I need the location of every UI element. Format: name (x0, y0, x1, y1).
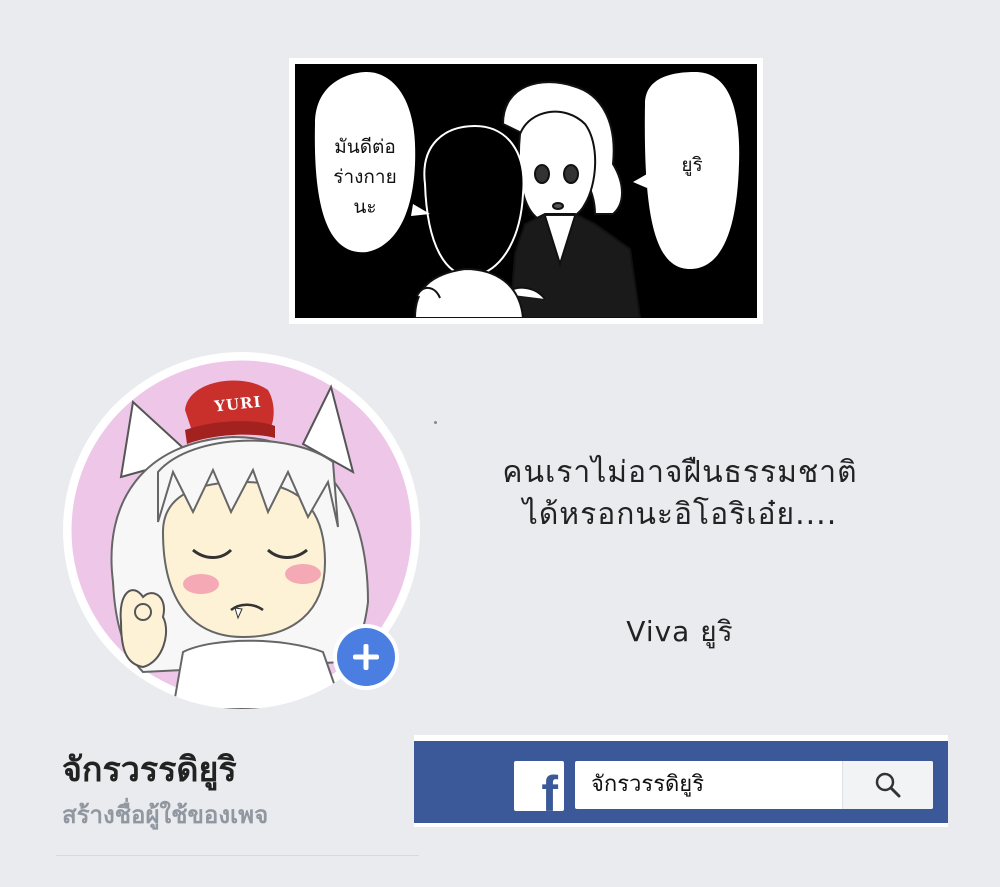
search-query: จักรวรรดิยูริ (591, 772, 705, 797)
comic-panel: มันดีต่อ ร่างกาย นะ ยูริ (289, 58, 763, 324)
quote-text: คนเราไม่อาจฝืนธรรมชาติ ได้หรอกนะอิโอริเอ… (440, 452, 920, 536)
facebook-search-bar: f จักรวรรดิยูริ (414, 735, 948, 827)
search-icon (875, 772, 901, 798)
dark-haired-character (413, 124, 525, 318)
facebook-logo-icon[interactable]: f (514, 761, 564, 811)
quote-line-1: คนเราไม่อาจฝืนธรรมชาติ (502, 455, 858, 490)
page-title: จักรวรรดิยูริ (62, 750, 237, 790)
create-username-link[interactable]: สร้างชื่อผู้ใช้ของเพจ (62, 795, 268, 834)
quote-line-2: ได้หรอกนะอิโอริเอ๋ย.... (522, 497, 838, 532)
search-button[interactable] (842, 761, 933, 809)
speech-bubble-right-text: ยูริ (681, 154, 703, 176)
signoff-text: Viva ยูริ (626, 615, 734, 648)
speech-bubble-left-text: มันดีต่อ ร่างกาย นะ (333, 136, 397, 218)
dust-speck (434, 421, 437, 424)
plus-icon (353, 644, 379, 670)
search-input[interactable]: จักรวรรดิยูริ (575, 761, 933, 809)
add-photo-button[interactable] (333, 624, 399, 690)
facebook-logo-letter: f (541, 766, 558, 811)
facebook-header: f จักรวรรดิยูริ (414, 741, 948, 823)
divider (56, 855, 419, 856)
comic-panel-frame: มันดีต่อ ร่างกาย นะ ยูริ (295, 64, 757, 318)
